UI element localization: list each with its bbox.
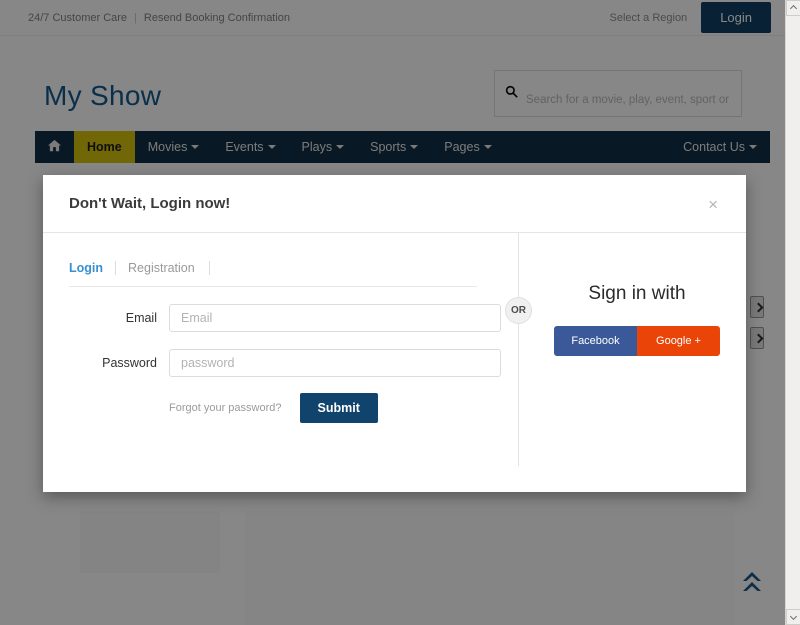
password-label: Password	[102, 356, 157, 370]
social-signin-column: Sign in with Facebook Google +	[508, 261, 720, 492]
email-label: Email	[125, 311, 157, 325]
password-form-row: Password	[69, 349, 508, 377]
browser-scrollbar[interactable]	[785, 0, 800, 625]
forgot-password-link[interactable]: Forgot your password?	[169, 402, 282, 414]
email-form-row: Email	[69, 304, 508, 332]
modal-header: Don't Wait, Login now! ×	[43, 175, 746, 233]
scrollbar-down-arrow-icon[interactable]	[786, 609, 800, 625]
modal-body: Login Registration Email Password Forgot…	[43, 233, 746, 492]
login-form-column: Login Registration Email Password Forgot…	[69, 261, 508, 492]
social-signin-title: Sign in with	[588, 283, 686, 304]
password-field[interactable]	[169, 349, 501, 377]
submit-button[interactable]: Submit	[299, 393, 378, 423]
form-action-row: Forgot your password? Submit	[69, 393, 508, 423]
social-buttons-group: Facebook Google +	[554, 326, 720, 356]
login-modal: Don't Wait, Login now! × Login Registrat…	[43, 175, 746, 492]
facebook-signin-button[interactable]: Facebook	[554, 326, 637, 356]
auth-tabs: Login Registration	[69, 261, 508, 275]
tab-registration[interactable]: Registration	[115, 261, 207, 275]
scrollbar-up-arrow-icon[interactable]	[786, 0, 800, 16]
close-icon[interactable]: ×	[702, 195, 724, 214]
tabs-trailing-divider	[208, 261, 210, 275]
column-divider	[518, 233, 519, 466]
tab-login[interactable]: Login	[69, 261, 115, 275]
email-field[interactable]	[169, 304, 501, 332]
google-signin-button[interactable]: Google +	[637, 326, 720, 356]
or-badge: OR	[505, 297, 532, 324]
tabs-underline	[69, 286, 477, 287]
modal-title: Don't Wait, Login now!	[69, 195, 231, 212]
